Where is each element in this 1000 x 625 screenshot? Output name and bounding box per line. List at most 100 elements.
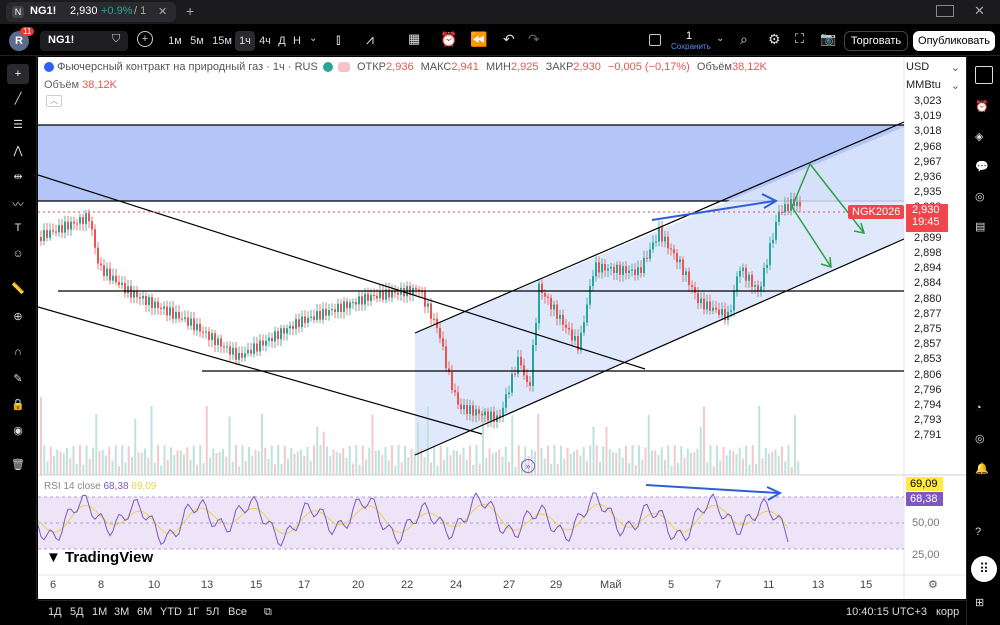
indicators-icon[interactable]: ⩘ <box>366 31 374 48</box>
chevron-down-icon[interactable]: ⌄ <box>309 33 317 44</box>
crosshair-icon[interactable]: + <box>7 64 29 84</box>
stay-drawing-icon[interactable]: ✎ <box>7 372 29 392</box>
ideas-icon[interactable]: ◎ <box>975 190 993 208</box>
candle-body <box>460 404 462 410</box>
lock-icon[interactable]: 🔒 <box>7 398 29 418</box>
fib-icon[interactable]: ☰ <box>7 118 29 138</box>
help-icon[interactable]: ? <box>975 526 993 544</box>
axis-settings-icon[interactable]: ⚙ <box>928 578 938 591</box>
unit-selector[interactable]: MMBtu ⌄ <box>906 79 966 92</box>
adjust-toggle[interactable]: корр <box>936 606 959 618</box>
emoji-icon[interactable]: ☺ <box>7 248 29 268</box>
add-symbol-icon[interactable]: + <box>137 31 153 47</box>
projection-icon[interactable]: ⇹ <box>7 170 29 190</box>
candle-body <box>352 302 354 304</box>
candle-body <box>175 311 177 319</box>
fullscreen-icon[interactable]: ⛶ <box>795 31 804 47</box>
candle-body <box>199 323 201 332</box>
camera-icon[interactable]: 📷 <box>820 31 836 47</box>
interval-1h[interactable]: 1ч <box>235 31 255 51</box>
new-tab-icon[interactable]: + <box>186 3 194 19</box>
interval-4h[interactable]: 4ч <box>256 31 274 51</box>
symbol-search[interactable]: NG1! ⛉ <box>40 31 128 51</box>
trendline-icon[interactable]: ╱ <box>7 92 29 112</box>
volume-bar <box>40 397 42 475</box>
trade-button[interactable]: Торговать <box>844 31 908 51</box>
range-ytd[interactable]: YTD <box>160 606 182 618</box>
templates-icon[interactable]: ▦ <box>408 31 420 47</box>
candle-body <box>277 331 279 340</box>
magnet-icon[interactable]: ∩ <box>7 346 29 366</box>
window-layout-icon[interactable] <box>936 5 954 17</box>
tab-close-icon[interactable]: ✕ <box>158 5 167 18</box>
replay-icon[interactable]: ⏪ <box>470 31 487 48</box>
layers-icon[interactable]: ◈ <box>975 130 993 148</box>
range-3m[interactable]: 3М <box>114 606 129 618</box>
chat-icon[interactable]: 💬 <box>975 160 993 178</box>
candles-icon[interactable]: ⫾ <box>336 31 340 48</box>
date-range-icon[interactable]: ⧉ <box>264 606 272 619</box>
range-1m[interactable]: 1М <box>92 606 107 618</box>
range-6m[interactable]: 6М <box>137 606 152 618</box>
volume-bar <box>280 464 283 475</box>
layout-checkbox-icon[interactable] <box>649 34 661 46</box>
bottom-bar: 1Д 5Д 1М 3М 6М YTD 1Г 5Л Все ⧉ 10:40:15 … <box>38 600 966 625</box>
volume-bar <box>459 454 462 475</box>
collapse-legend-icon[interactable]: ︿ <box>46 95 62 107</box>
ruler-icon[interactable]: 📏 <box>7 282 29 302</box>
interval-week[interactable]: Н <box>290 31 304 51</box>
interval-1m[interactable]: 1м <box>164 31 186 51</box>
range-1y[interactable]: 1Г <box>187 606 199 618</box>
target-icon[interactable]: ◎ <box>975 432 993 450</box>
range-1d[interactable]: 1Д <box>48 606 62 618</box>
price-axis-label: 2,880 <box>914 292 942 305</box>
range-all[interactable]: Все <box>228 606 247 618</box>
undo-icon[interactable]: ↶ <box>503 31 515 48</box>
gear-icon[interactable]: ⚙ <box>768 31 781 48</box>
alert-icon[interactable]: ⏰ <box>440 31 457 48</box>
tab[interactable]: N NG1! 2,930 +0.9% / 1 ✕ <box>6 2 176 22</box>
shield-icon[interactable]: ⛉ <box>112 33 120 46</box>
volume-bar <box>465 459 468 475</box>
publish-button[interactable]: Опубликовать <box>913 31 995 51</box>
range-5d[interactable]: 5Д <box>70 606 84 618</box>
watchlist-icon[interactable] <box>975 66 993 84</box>
speedometer-icon[interactable]: ◔ <box>975 402 993 420</box>
zoom-icon[interactable]: ⊕ <box>7 310 29 330</box>
candle-body <box>481 413 483 416</box>
trash-icon[interactable]: 🗑 <box>7 458 29 478</box>
clock[interactable]: 10:40:15 UTC+3 <box>846 606 927 618</box>
alerts-icon[interactable]: ⏰ <box>975 100 993 118</box>
volume-bar <box>550 464 553 475</box>
candle-body <box>82 217 84 225</box>
redo-icon[interactable]: ↷ <box>528 31 540 48</box>
apps-grid-icon[interactable]: ⠿ <box>971 556 997 582</box>
eye-icon[interactable]: ◉ <box>7 424 29 444</box>
pattern-icon[interactable]: ⋀ <box>7 144 29 164</box>
chart-area[interactable]: Фьючерсный контракт на природный газ · 1… <box>38 57 966 599</box>
candle-body <box>706 301 708 310</box>
save-layout-label[interactable]: Сохранить <box>671 42 711 51</box>
currency-selector[interactable]: USD ⌄ <box>906 61 966 74</box>
interval-5m[interactable]: 5м <box>186 31 208 51</box>
volume-bar <box>225 456 228 475</box>
interval-15m[interactable]: 15м <box>209 31 235 51</box>
calendar-icon[interactable]: ▤ <box>975 220 993 238</box>
candle-body <box>328 310 330 316</box>
volume-bar <box>352 463 354 475</box>
chevron-down-icon[interactable]: ⌄ <box>716 33 724 44</box>
quick-search-icon[interactable]: ⌕ <box>740 31 748 48</box>
range-5y[interactable]: 5Л <box>206 606 219 618</box>
price-chart-svg[interactable] <box>38 57 966 599</box>
symbol-input[interactable]: NG1! <box>48 34 74 46</box>
notifications-icon[interactable]: 🔔 <box>975 462 993 480</box>
text-icon[interactable]: T <box>7 222 29 242</box>
interval-day[interactable]: Д <box>275 31 289 51</box>
rsi-tag-yellow: 69,09 <box>906 477 943 491</box>
window-close-icon[interactable]: ✕ <box>974 3 985 19</box>
volume-bar <box>742 459 744 475</box>
time-axis[interactable]: 6 8 10 13 15 17 20 22 24 27 29 Май 5 7 11 13 15 <box>38 575 906 599</box>
scroll-realtime-icon[interactable]: » <box>521 459 535 473</box>
expand-icon[interactable]: ⊞ <box>975 596 993 614</box>
brush-icon[interactable]: 〰 <box>7 196 29 216</box>
